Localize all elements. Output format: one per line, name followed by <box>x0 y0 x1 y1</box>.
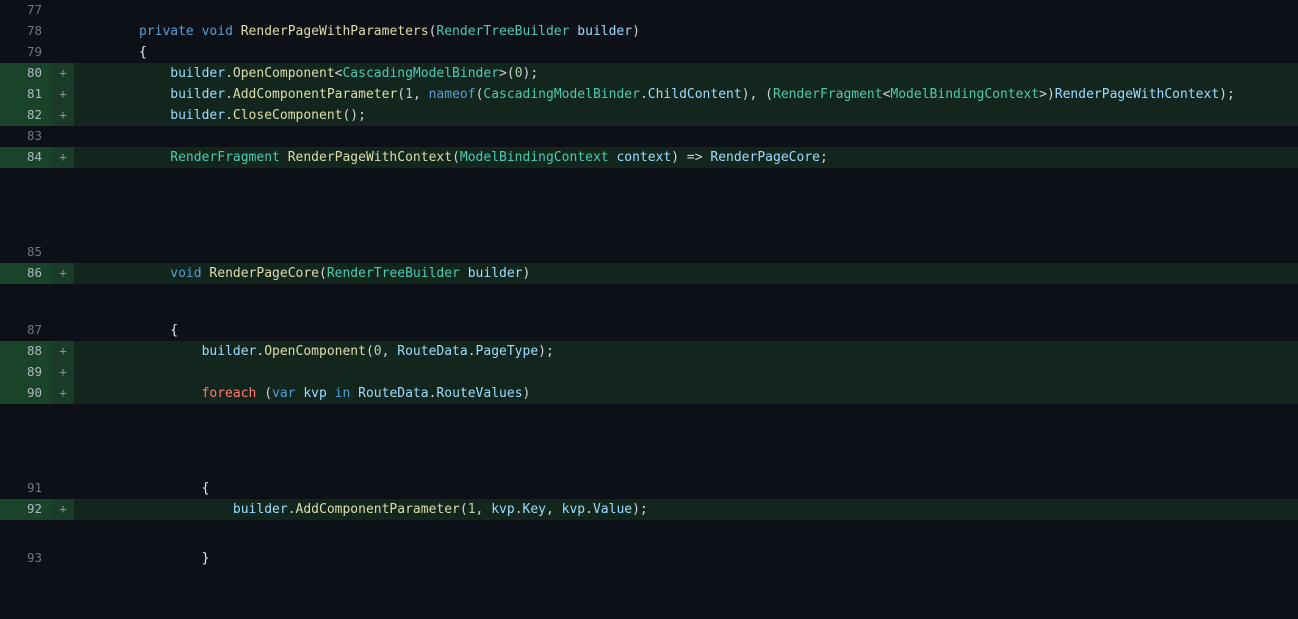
diff-row[interactable]: 91 { <box>0 478 1298 499</box>
diff-table: 77 78 private void RenderPageWithParamet… <box>0 0 1298 569</box>
diff-row[interactable]: 89+ <box>0 362 1298 383</box>
line-number[interactable]: 79 <box>0 42 52 63</box>
diff-row[interactable]: 84+ RenderFragment RenderPageWithContext… <box>0 147 1298 168</box>
line-number[interactable]: 92 <box>0 499 52 520</box>
diff-row[interactable]: 88+ builder.OpenComponent(0, RouteData.P… <box>0 341 1298 362</box>
diff-row[interactable]: 81+ builder.AddComponentParameter(1, nam… <box>0 84 1298 105</box>
code-cell[interactable]: private void RenderPageWithParameters(Re… <box>74 21 1298 42</box>
diff-row[interactable]: 80+ builder.OpenComponent<CascadingModel… <box>0 63 1298 84</box>
diff-marker: + <box>52 499 74 520</box>
diff-marker: + <box>52 341 74 362</box>
line-number[interactable]: 90 <box>0 383 52 404</box>
code-cell[interactable]: void RenderPageCore(RenderTreeBuilder bu… <box>74 263 1298 284</box>
code-cell[interactable]: } <box>74 548 1298 569</box>
line-number[interactable]: 77 <box>0 0 52 21</box>
line-number[interactable]: 93 <box>0 548 52 569</box>
diff-marker: + <box>52 147 74 168</box>
code-cell[interactable] <box>74 0 1298 21</box>
line-number[interactable]: 81 <box>0 84 52 105</box>
line-number[interactable]: 83 <box>0 126 52 147</box>
diff-row[interactable] <box>0 404 1298 478</box>
diff-marker: + <box>52 362 74 383</box>
code-cell[interactable] <box>74 242 1298 263</box>
diff-marker <box>52 21 74 42</box>
diff-row[interactable]: 85 <box>0 242 1298 263</box>
code-cell[interactable]: builder.AddComponentParameter(1, kvp.Key… <box>74 499 1298 520</box>
line-number[interactable]: 82 <box>0 105 52 126</box>
diff-marker <box>52 242 74 263</box>
diff-row[interactable]: 87 { <box>0 320 1298 341</box>
line-number[interactable]: 85 <box>0 242 52 263</box>
diff-row[interactable] <box>0 168 1298 242</box>
code-cell[interactable] <box>74 126 1298 147</box>
diff-row[interactable]: 83 <box>0 126 1298 147</box>
code-cell[interactable]: { <box>74 478 1298 499</box>
diff-row[interactable]: 90+ foreach (var kvp in RouteData.RouteV… <box>0 383 1298 404</box>
diff-marker <box>52 126 74 147</box>
diff-marker <box>52 42 74 63</box>
line-number[interactable]: 91 <box>0 478 52 499</box>
diff-marker: + <box>52 105 74 126</box>
line-number[interactable]: 89 <box>0 362 52 383</box>
code-cell[interactable]: builder.OpenComponent(0, RouteData.PageT… <box>74 341 1298 362</box>
line-number[interactable]: 84 <box>0 147 52 168</box>
code-cell[interactable]: builder.OpenComponent<CascadingModelBind… <box>74 63 1298 84</box>
diff-row[interactable] <box>0 520 1298 548</box>
line-number[interactable]: 86 <box>0 263 52 284</box>
code-cell[interactable]: builder.CloseComponent(); <box>74 105 1298 126</box>
code-cell[interactable]: { <box>74 42 1298 63</box>
code-cell[interactable] <box>74 362 1298 383</box>
line-number[interactable]: 80 <box>0 63 52 84</box>
diff-row[interactable]: 82+ builder.CloseComponent(); <box>0 105 1298 126</box>
diff-row[interactable]: 93 } <box>0 548 1298 569</box>
diff-marker: + <box>52 84 74 105</box>
diff-marker: + <box>52 383 74 404</box>
line-number[interactable]: 78 <box>0 21 52 42</box>
diff-marker: + <box>52 63 74 84</box>
diff-marker <box>52 320 74 341</box>
code-cell[interactable]: foreach (var kvp in RouteData.RouteValue… <box>74 383 1298 404</box>
diff-row[interactable]: 86+ void RenderPageCore(RenderTreeBuilde… <box>0 263 1298 284</box>
code-cell[interactable]: RenderFragment RenderPageWithContext(Mod… <box>74 147 1298 168</box>
code-cell[interactable]: builder.AddComponentParameter(1, nameof(… <box>74 84 1298 105</box>
diff-row[interactable]: 78 private void RenderPageWithParameters… <box>0 21 1298 42</box>
diff-marker: + <box>52 263 74 284</box>
line-number[interactable]: 87 <box>0 320 52 341</box>
line-number[interactable]: 88 <box>0 341 52 362</box>
diff-row[interactable]: 77 <box>0 0 1298 21</box>
diff-row[interactable]: 79 { <box>0 42 1298 63</box>
code-cell[interactable]: { <box>74 320 1298 341</box>
diff-row[interactable] <box>0 284 1298 320</box>
diff-tbody: 77 78 private void RenderPageWithParamet… <box>0 0 1298 569</box>
diff-marker <box>52 478 74 499</box>
diff-marker <box>52 0 74 21</box>
diff-marker <box>52 548 74 569</box>
diff-row[interactable]: 92+ builder.AddComponentParameter(1, kvp… <box>0 499 1298 520</box>
